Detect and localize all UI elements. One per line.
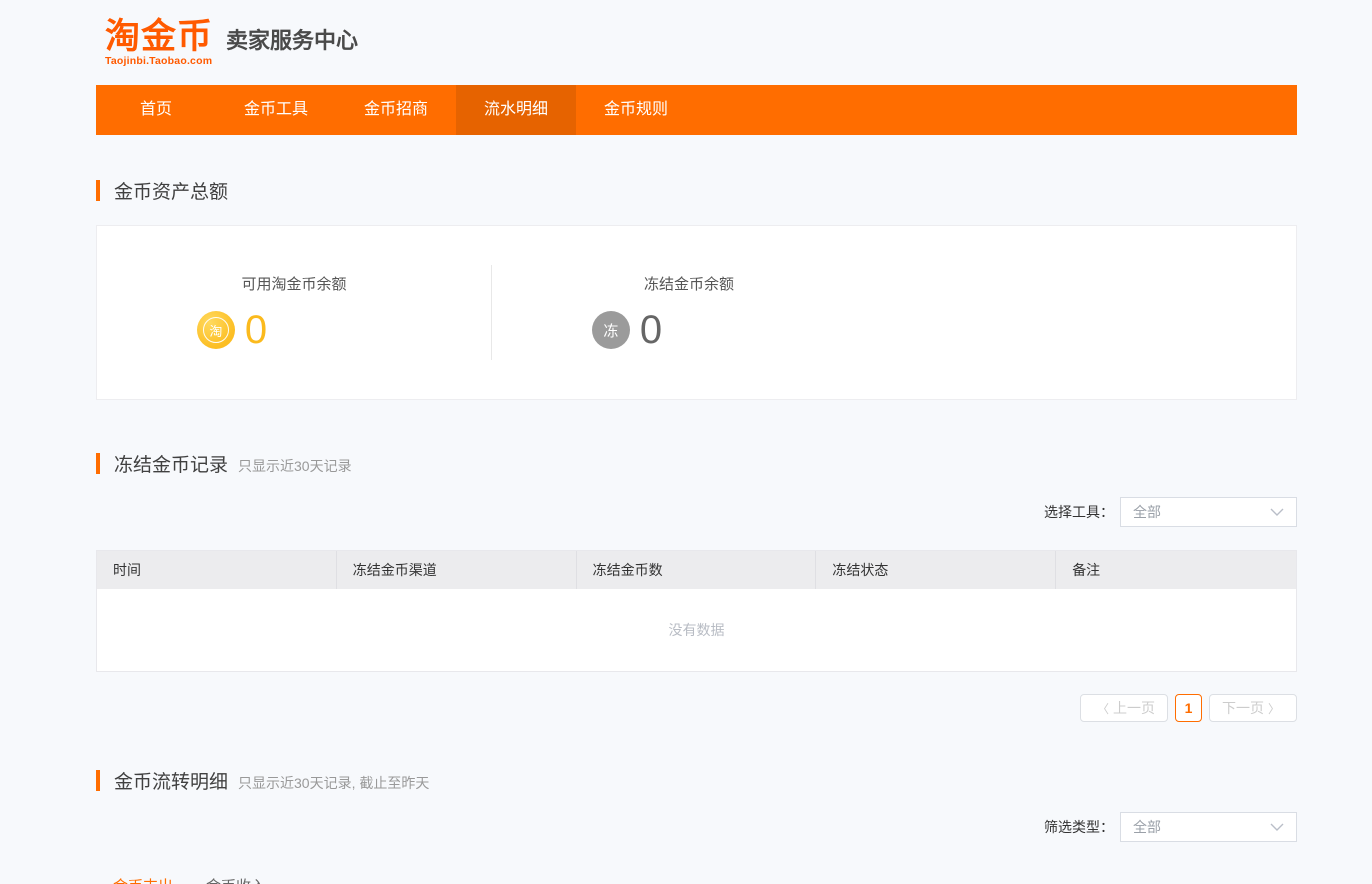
nav-item-coin-tools[interactable]: 金币工具 — [216, 85, 336, 135]
tab-coin-income[interactable]: 金币收入 — [206, 875, 266, 884]
available-balance-value: 0 — [245, 308, 267, 353]
frozen-balance-value: 0 — [640, 308, 662, 353]
balance-card: 可用淘金币余额 淘 0 冻结金币余额 冻 0 — [96, 225, 1297, 400]
taobao-coin-icon: 淘 — [197, 311, 235, 349]
column-header-frozen-channel: 冻结金币渠道 — [337, 551, 577, 589]
nav-item-home[interactable]: 首页 — [96, 85, 216, 135]
type-filter-row: 筛选类型： 全部 — [96, 812, 1297, 842]
empty-state-text: 没有数据 — [97, 589, 1296, 671]
flow-section-header: 金币流转明细 只显示近30天记录, 截止至昨天 — [96, 767, 1297, 794]
site-title: 卖家服务中心 — [226, 23, 358, 55]
accent-bar — [96, 180, 100, 201]
tool-filter-row: 选择工具： 全部 — [96, 497, 1297, 527]
accent-bar — [96, 770, 100, 791]
pagination: 〈 上一页 1 下一页 〉 — [96, 694, 1297, 722]
frozen-records-table: 时间 冻结金币渠道 冻结金币数 冻结状态 备注 没有数据 — [96, 550, 1297, 672]
tab-coin-expense[interactable]: 金币支出 — [113, 875, 173, 884]
frozen-balance-label: 冻结金币余额 — [644, 273, 734, 294]
table-header-row: 时间 冻结金币渠道 冻结金币数 冻结状态 备注 — [97, 551, 1296, 589]
frozen-section-header: 冻结金币记录 只显示近30天记录 — [96, 450, 1297, 477]
accent-bar — [96, 453, 100, 474]
prev-page-button[interactable]: 〈 上一页 — [1080, 694, 1168, 722]
frozen-balance-item: 冻结金币余额 冻 0 — [492, 273, 886, 353]
taojinbi-logo[interactable]: 淘金币 Taojinbi.Taobao.com — [105, 19, 213, 67]
flow-tabs: 金币支出 金币收入 — [96, 875, 1297, 884]
logo-subtext: Taojinbi.Taobao.com — [105, 56, 213, 67]
available-balance-value-row: 淘 0 — [197, 308, 267, 353]
tool-filter-select[interactable]: 全部 — [1120, 497, 1297, 527]
frozen-section-title: 冻结金币记录 — [114, 450, 228, 477]
nav-item-coin-rules[interactable]: 金币规则 — [576, 85, 696, 135]
page-header: 淘金币 Taojinbi.Taobao.com 卖家服务中心 — [96, 0, 1297, 85]
chevron-down-icon — [1270, 508, 1284, 516]
column-header-frozen-status: 冻结状态 — [816, 551, 1056, 589]
flow-section-title: 金币流转明细 — [114, 767, 228, 794]
chevron-down-icon — [1270, 823, 1284, 831]
nav-item-coin-investment[interactable]: 金币招商 — [336, 85, 456, 135]
page-1-button[interactable]: 1 — [1175, 694, 1202, 722]
available-balance-label: 可用淘金币余额 — [241, 273, 346, 294]
tool-filter-value: 全部 — [1133, 502, 1161, 522]
main-nav: 首页 金币工具 金币招商 流水明细 金币规则 — [96, 85, 1297, 135]
assets-section-header: 金币资产总额 — [96, 177, 1297, 204]
type-filter-select[interactable]: 全部 — [1120, 812, 1297, 842]
frozen-balance-value-row: 冻 0 — [592, 308, 662, 353]
available-balance-item: 可用淘金币余额 淘 0 — [97, 273, 491, 353]
type-filter-label: 筛选类型： — [1044, 817, 1114, 837]
tool-filter-label: 选择工具： — [1044, 502, 1114, 522]
column-header-frozen-amount: 冻结金币数 — [577, 551, 817, 589]
column-header-time: 时间 — [97, 551, 337, 589]
column-header-remark: 备注 — [1056, 551, 1296, 589]
type-filter-value: 全部 — [1133, 817, 1161, 837]
next-page-button[interactable]: 下一页 〉 — [1209, 694, 1297, 722]
logo-text: 淘金币 — [105, 19, 213, 54]
frozen-section-note: 只显示近30天记录 — [238, 456, 352, 476]
chevron-right-icon: 〉 — [1268, 700, 1280, 717]
frozen-coin-icon: 冻 — [592, 311, 630, 349]
chevron-left-icon: 〈 — [1097, 700, 1109, 717]
assets-section-title: 金币资产总额 — [114, 177, 228, 204]
flow-section-note: 只显示近30天记录, 截止至昨天 — [238, 773, 429, 793]
nav-item-flow-details[interactable]: 流水明细 — [456, 85, 576, 135]
